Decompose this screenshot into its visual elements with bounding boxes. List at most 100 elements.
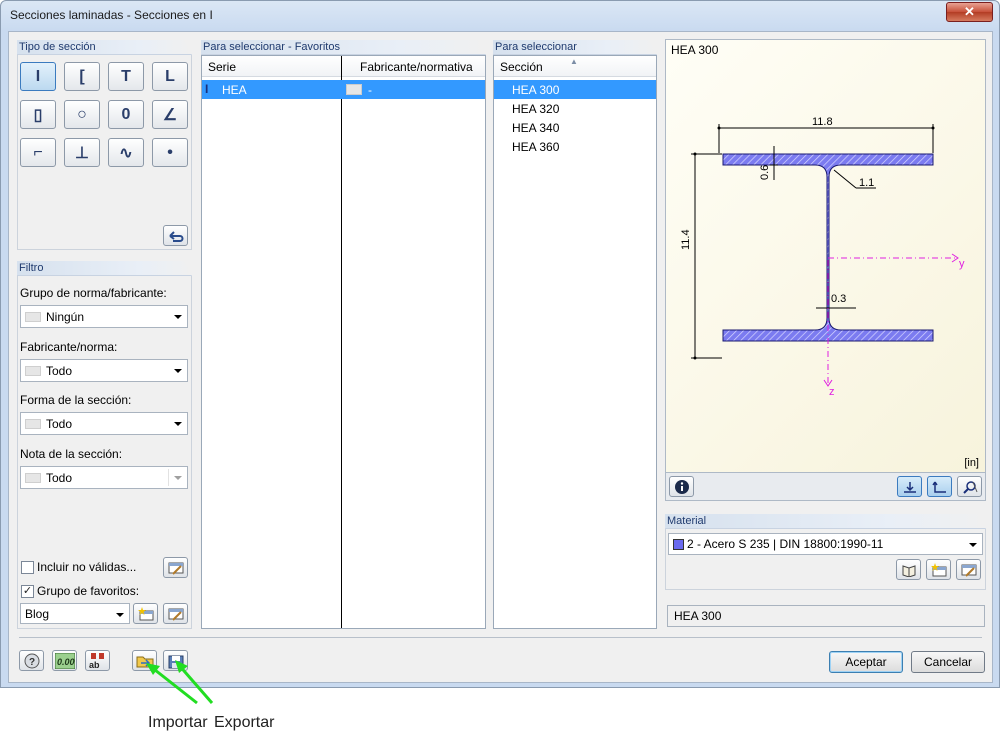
new-material-button[interactable] xyxy=(926,559,951,580)
zoom-reset-button[interactable] xyxy=(957,476,982,497)
favorites-group-select[interactable]: Blog xyxy=(20,603,130,624)
rect-tube-icon: ▯ xyxy=(33,106,43,124)
width-dimension-label: 11.8 xyxy=(812,116,833,128)
column-header-manufacturer[interactable]: Fabricante/normativa xyxy=(360,60,473,74)
color-swatch xyxy=(25,418,41,429)
material-panel: Material 2 - Acero S 235 | DIN 18800:199… xyxy=(665,514,986,590)
color-swatch xyxy=(25,472,41,483)
title-bar: Secciones laminadas - Secciones en I ✕ xyxy=(1,1,999,29)
section-type-button[interactable]: • xyxy=(152,138,188,167)
svg-text:?: ? xyxy=(29,657,35,668)
dimension-icon xyxy=(903,481,916,493)
import-annotation: Importar xyxy=(148,714,208,731)
section-note-label: Nota de la sección: xyxy=(20,447,123,461)
height-dimension-label: 11.4 xyxy=(680,229,692,250)
i-section-drawing xyxy=(691,124,959,387)
material-library-button[interactable] xyxy=(896,559,921,580)
zoom-icon xyxy=(962,480,977,494)
list-item[interactable]: HEA 340 xyxy=(494,118,656,137)
flange-thickness-label: 0.6 xyxy=(759,164,771,180)
column-header-series[interactable]: Serie xyxy=(208,60,236,74)
invalid-settings-button[interactable] xyxy=(163,557,188,578)
edit-favorites-group-button[interactable] xyxy=(163,603,188,624)
section-type-button[interactable]: 0 xyxy=(108,100,144,129)
selected-section-field: HEA 300 xyxy=(667,605,985,627)
list-item[interactable]: HEA 300 xyxy=(494,80,656,99)
favorites-heading: Para seleccionar - Favoritos xyxy=(201,40,486,55)
column-header-section[interactable]: Sección xyxy=(500,60,543,74)
section-type-button[interactable]: ▯ xyxy=(20,100,56,129)
section-note-select[interactable]: Todo xyxy=(20,466,188,489)
section-type-heading: Tipo de sección xyxy=(17,40,192,55)
section-type-button[interactable]: ∠ xyxy=(152,100,188,129)
cancel-button[interactable]: Cancelar xyxy=(911,651,985,673)
preview-toolbar xyxy=(665,473,986,501)
include-invalid-checkbox[interactable] xyxy=(21,561,34,574)
favorites-group-checkbox[interactable]: ✓ xyxy=(21,585,34,598)
units-decimal-icon: 0.00 xyxy=(54,652,75,669)
filter-panel: Filtro Grupo de norma/fabricante: Ningún… xyxy=(17,261,192,629)
color-swatch xyxy=(346,84,362,95)
root-radius-label: 1.1 xyxy=(859,177,875,189)
section-type-button[interactable]: ○ xyxy=(64,100,100,129)
export-button[interactable] xyxy=(163,650,188,671)
series-cell: HEA xyxy=(222,83,247,97)
text-settings-button[interactable]: ab xyxy=(85,650,110,671)
radius-leader-line xyxy=(833,169,857,189)
section-type-button[interactable]: ∿ xyxy=(108,138,144,167)
section-type-button[interactable]: T xyxy=(108,62,144,91)
new-table-icon xyxy=(930,562,946,576)
section-type-button[interactable]: I xyxy=(20,62,56,91)
norm-group-select[interactable]: Ningún xyxy=(20,305,188,328)
z-axis-label: z xyxy=(829,386,835,398)
new-favorites-group-button[interactable] xyxy=(133,603,158,624)
dialog-client-area: Tipo de sección I [ T L ▯ ○ 0 ∠ ⌐ ⊥ ∿ • Filtro Grup… xyxy=(8,31,993,683)
info-button[interactable] xyxy=(669,476,694,497)
svg-text:0.00: 0.00 xyxy=(57,657,75,667)
section-shape-select[interactable]: Todo xyxy=(20,412,188,435)
chevron-down-icon xyxy=(174,422,182,426)
section-list-header: Sección ▲ xyxy=(494,56,656,77)
manufacturer-select[interactable]: Todo xyxy=(20,359,188,382)
list-item[interactable]: HEA 320 xyxy=(494,99,656,118)
section-type-panel: Tipo de sección I [ T L ▯ ○ 0 ∠ ⌐ ⊥ ∿ • xyxy=(17,40,192,250)
export-save-icon xyxy=(168,655,183,668)
table-row[interactable]: I HEA - xyxy=(202,80,485,99)
ok-button[interactable]: Aceptar xyxy=(829,651,903,673)
section-type-button[interactable]: ⊥ xyxy=(64,138,100,167)
reset-filter-button[interactable] xyxy=(163,225,188,246)
section-type-button[interactable]: ⌐ xyxy=(20,138,56,167)
info-icon xyxy=(674,479,689,494)
i-beam-icon: I xyxy=(35,67,41,85)
close-button[interactable]: ✕ xyxy=(946,2,993,22)
column-divider xyxy=(341,56,342,628)
import-folder-icon xyxy=(136,656,153,667)
section-type-button[interactable]: [ xyxy=(64,62,100,91)
round-tube-icon: ○ xyxy=(77,105,87,123)
footer-divider xyxy=(19,637,982,638)
units-button[interactable]: 0.00 xyxy=(52,650,77,671)
chevron-down-icon xyxy=(116,613,124,617)
show-axes-button[interactable] xyxy=(927,476,952,497)
favorites-panel: Para seleccionar - Favoritos Serie Fabri… xyxy=(201,40,486,629)
channel-icon: [ xyxy=(79,67,85,85)
import-button[interactable] xyxy=(132,650,157,671)
material-select[interactable]: 2 - Acero S 235 | DIN 18800:1990-11 xyxy=(668,533,983,555)
include-invalid-label: Incluir no válidas... xyxy=(37,560,137,574)
tee-icon: T xyxy=(121,67,131,85)
favorites-list: Serie Fabricante/normativa I HEA - xyxy=(201,55,486,629)
window-title: Secciones laminadas - Secciones en I xyxy=(10,8,213,22)
norm-group-label: Grupo de norma/fabricante: xyxy=(20,286,167,300)
chevron-down-icon xyxy=(969,543,977,547)
show-dimensions-button[interactable] xyxy=(897,476,922,497)
angle-icon: L xyxy=(165,67,175,85)
z-section-icon: ⌐ xyxy=(33,143,43,161)
round-bar-icon: 0 xyxy=(121,105,131,123)
selection-panel: Para seleccionar Sección ▲ HEA 300 HEA 3… xyxy=(493,40,657,629)
table-edit-icon xyxy=(961,564,976,577)
help-button[interactable]: ? xyxy=(19,650,44,671)
section-type-button[interactable]: L xyxy=(152,62,188,91)
selection-heading: Para seleccionar xyxy=(493,40,657,55)
list-item[interactable]: HEA 360 xyxy=(494,137,656,156)
edit-material-button[interactable] xyxy=(956,559,981,580)
